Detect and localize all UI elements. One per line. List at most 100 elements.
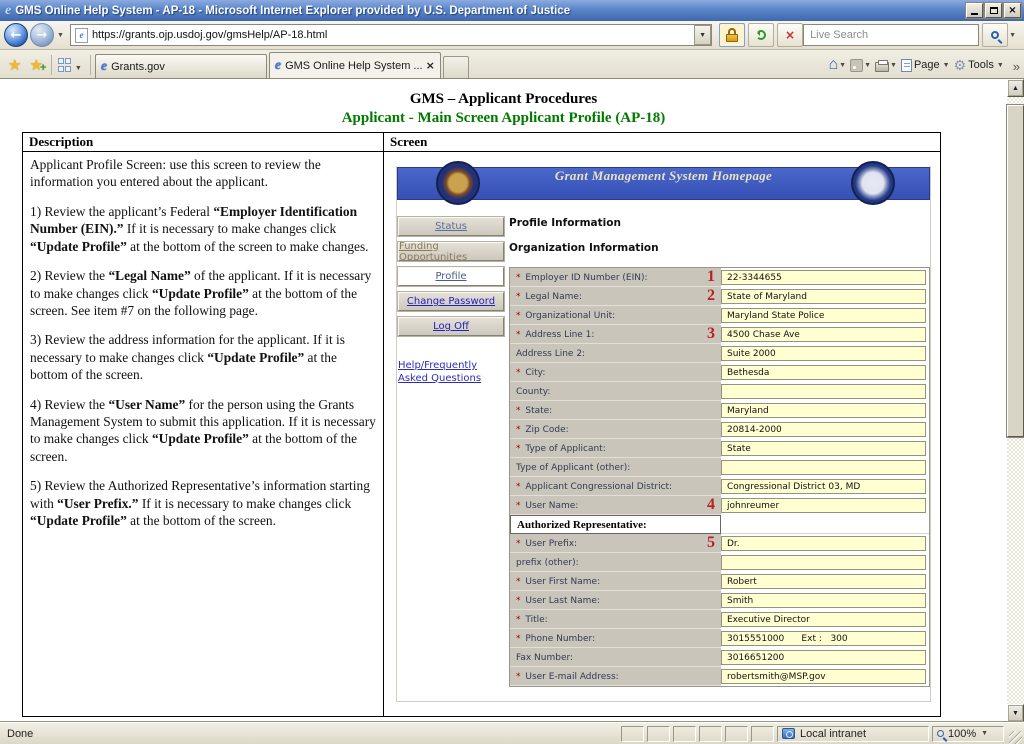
form-value-input[interactable]: Dr. xyxy=(721,536,926,551)
feeds-icon[interactable] xyxy=(850,58,864,72)
stop-button[interactable]: × xyxy=(777,23,804,47)
tab-close-icon[interactable]: × xyxy=(426,59,435,72)
help-table: Description Screen Applicant Profile Scr… xyxy=(22,132,941,717)
form-value-input[interactable]: 20814-2000 xyxy=(721,422,926,437)
form-value-input[interactable]: State of Maryland xyxy=(721,289,926,304)
form-value-input[interactable]: 3015551000 Ext : 300 xyxy=(721,631,926,646)
form-row: * Employer ID Number (EIN): 1 22-3344655 xyxy=(510,268,929,287)
column-header-description: Description xyxy=(23,133,384,152)
form-label: * State: xyxy=(510,401,721,420)
gms-sidebar-button-status[interactable]: Status xyxy=(397,216,505,237)
form-value-input[interactable]: johnreumer xyxy=(721,498,926,513)
add-favorite-icon[interactable]: ★ + xyxy=(29,56,46,74)
back-button[interactable]: ← xyxy=(4,23,28,47)
url-text[interactable]: https://grants.ojp.usdoj.gov/gmsHelp/AP-… xyxy=(92,29,694,41)
history-dropdown-icon[interactable]: ▼ xyxy=(56,32,68,39)
favorites-center-icon[interactable]: ★ xyxy=(8,56,21,74)
form-value-cell: 3015551000 Ext : 300 xyxy=(721,629,929,648)
search-go-button[interactable] xyxy=(982,23,1009,47)
form-row: * Title: Executive Director xyxy=(510,610,929,629)
tools-dropdown-icon[interactable]: ▼ xyxy=(997,62,1004,69)
form-value-cell: 20814-2000 xyxy=(721,420,929,439)
stop-icon: × xyxy=(785,28,796,42)
form-value-input[interactable] xyxy=(721,384,926,399)
window-title: GMS Online Help System - AP-18 - Microso… xyxy=(15,4,571,17)
status-bar: Done Local intranet 100% ▼ xyxy=(0,722,1024,744)
form-value-cell: State of Maryland xyxy=(721,287,929,306)
annotation-number: 2 xyxy=(707,287,715,304)
scroll-down-icon[interactable]: ▼ xyxy=(1007,704,1024,722)
gms-sidebar-button-profile[interactable]: Profile xyxy=(397,266,505,287)
form-label: Authorized Representative: xyxy=(510,515,721,534)
security-lock-button[interactable] xyxy=(719,23,746,47)
tools-menu-label[interactable]: Tools xyxy=(968,59,994,71)
form-value-input[interactable] xyxy=(721,555,926,570)
window-titlebar: e GMS Online Help System - AP-18 - Micro… xyxy=(0,0,1024,21)
home-dropdown-icon[interactable]: ▼ xyxy=(839,62,846,69)
tab-gms-help[interactable]: e GMS Online Help System ... × xyxy=(268,52,441,78)
page-dropdown-icon[interactable]: ▼ xyxy=(943,62,950,69)
form-value-input[interactable]: Congressional District 03, MD xyxy=(721,479,926,494)
gms-sidebar-button-funding-opportunities[interactable]: Funding Opportunities xyxy=(397,241,505,263)
form-value-input[interactable]: Maryland State Police xyxy=(721,308,926,323)
gms-sidebar-button-log-off[interactable]: Log Off xyxy=(397,316,505,337)
form-value-input[interactable]: Smith xyxy=(721,593,926,608)
search-input[interactable]: Live Search xyxy=(803,24,980,46)
minimize-button[interactable] xyxy=(966,3,983,18)
form-value-input[interactable] xyxy=(721,460,926,475)
quick-tabs-icon[interactable] xyxy=(57,58,72,72)
new-tab-stub[interactable] xyxy=(442,56,469,78)
print-dropdown-icon[interactable]: ▼ xyxy=(890,62,897,69)
form-value-cell: johnreumer xyxy=(721,496,929,515)
scrollbar-thumb[interactable] xyxy=(1007,105,1024,437)
overflow-chevron-icon[interactable]: » xyxy=(1013,56,1020,74)
page-title: GMS – Applicant Procedures xyxy=(409,91,598,107)
form-label: Type of Applicant (other): xyxy=(510,458,721,477)
form-value-input[interactable]: Executive Director xyxy=(721,612,926,627)
tools-gear-icon[interactable]: ⚙ xyxy=(954,57,967,74)
restore-button[interactable] xyxy=(985,3,1002,18)
gms-help-link[interactable]: Help/Frequently Asked Questions xyxy=(398,360,504,385)
resize-grip[interactable] xyxy=(1009,731,1022,744)
address-bar[interactable]: e https://grants.ojp.usdoj.gov/gmsHelp/A… xyxy=(69,24,713,46)
form-value-input[interactable]: Robert xyxy=(721,574,926,589)
annotation-number: 5 xyxy=(707,534,715,551)
tab-grants-gov[interactable]: e Grants.gov xyxy=(94,54,267,78)
refresh-button[interactable] xyxy=(748,23,775,47)
home-icon[interactable]: ⌂ xyxy=(828,56,838,74)
address-dropdown-button[interactable]: ▼ xyxy=(694,25,712,45)
form-value-input[interactable]: 4500 Chase Ave xyxy=(721,327,926,342)
form-value-input[interactable]: robertsmith@MSP.gov xyxy=(721,669,926,684)
form-label: * City: xyxy=(510,363,721,382)
gms-sidebar-button-change-password[interactable]: Change Password xyxy=(397,291,505,312)
form-value-input[interactable]: Bethesda xyxy=(721,365,926,380)
form-value-input[interactable]: Maryland xyxy=(721,403,926,418)
form-value-input[interactable]: 3016651200 xyxy=(721,650,926,665)
form-row: * Address Line 1: 3 4500 Chase Ave xyxy=(510,325,929,344)
page-menu-label[interactable]: Page xyxy=(914,59,940,71)
print-icon[interactable] xyxy=(875,59,889,72)
zoom-dropdown-icon[interactable]: ▼ xyxy=(981,730,988,737)
form-label: * User Last Name: xyxy=(510,591,721,610)
close-button[interactable]: × xyxy=(1004,3,1021,18)
form-value-input[interactable]: 22-3344655 xyxy=(721,270,926,285)
feeds-dropdown-icon[interactable]: ▼ xyxy=(864,62,871,69)
form-value-input[interactable]: Suite 2000 xyxy=(721,346,926,361)
form-label: * Type of Applicant: xyxy=(510,439,721,458)
page-content: GMS – Applicant Procedures Applicant - M… xyxy=(0,79,1024,722)
tab-list-dropdown-icon[interactable]: ▼ xyxy=(74,65,86,78)
description-paragraph: 3) Review the address information for th… xyxy=(30,332,345,383)
tab-bar: ★ ★ + ▼ e Grants.gov e GMS Online Help Sy… xyxy=(0,50,1024,79)
zoom-control[interactable]: 100% ▼ xyxy=(932,725,1004,742)
form-value-cell: Smith xyxy=(721,591,929,610)
gms-section-organization-information: Organization Information xyxy=(509,242,659,254)
form-value-input[interactable]: State xyxy=(721,441,926,456)
form-row: Type of Applicant (other): xyxy=(510,458,929,477)
vertical-scrollbar[interactable]: ▲ ▼ xyxy=(1007,79,1024,722)
page-menu-icon[interactable] xyxy=(900,58,912,72)
form-value-cell: Maryland xyxy=(721,401,929,420)
forward-button[interactable]: → xyxy=(30,23,54,47)
search-options-dropdown-icon[interactable]: ▼ xyxy=(1008,32,1020,39)
description-paragraph: 1) Review the applicant’s Federal “Emplo… xyxy=(30,203,369,254)
scroll-up-icon[interactable]: ▲ xyxy=(1007,79,1024,97)
